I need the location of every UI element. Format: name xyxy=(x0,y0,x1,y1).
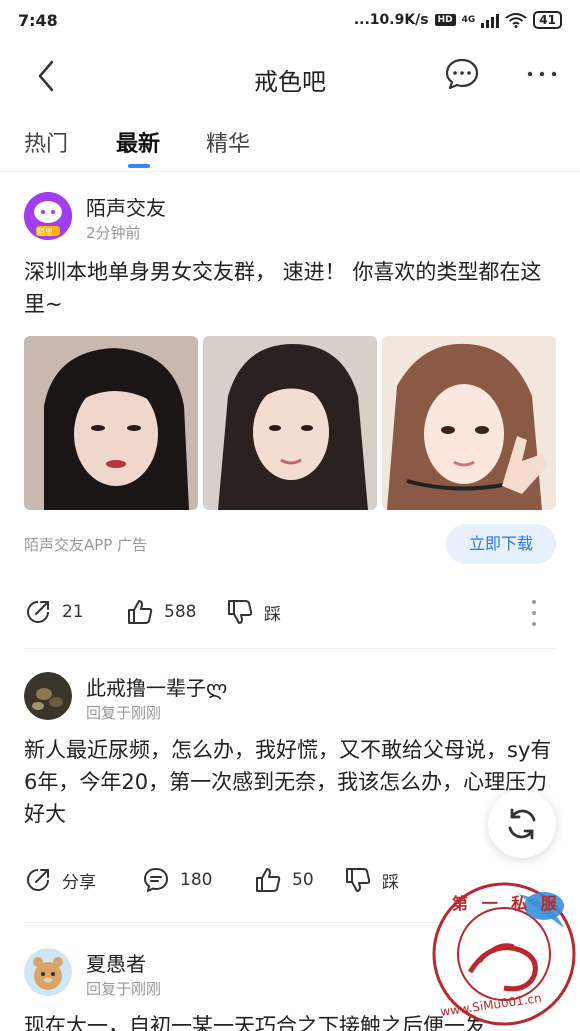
comment-icon xyxy=(144,868,168,892)
refresh-icon xyxy=(508,808,536,840)
like-button[interactable]: 588 xyxy=(126,598,196,626)
repost-count: 21 xyxy=(62,602,84,622)
comment-count: 180 xyxy=(180,870,213,890)
dislike-button[interactable]: 踩 xyxy=(226,598,281,626)
thumbs-down-icon xyxy=(228,600,253,624)
like-count: 588 xyxy=(164,602,197,622)
post-options-button[interactable] xyxy=(524,598,544,628)
refresh-button[interactable] xyxy=(488,790,556,858)
vertical-dots-icon xyxy=(532,600,536,626)
dislike-button[interactable]: 踩 xyxy=(344,866,399,894)
share-icon xyxy=(27,601,49,623)
ad-image-2[interactable] xyxy=(203,336,377,510)
portrait-image xyxy=(382,336,556,510)
tab-bar: 热门 最新 精华 xyxy=(0,112,580,172)
hd-icon: HD xyxy=(434,14,456,26)
share-icon xyxy=(27,869,49,891)
watermark-top-text: 第 一 私 服 xyxy=(452,894,561,913)
back-button[interactable] xyxy=(28,58,64,94)
tab-active-indicator xyxy=(128,164,150,168)
tab-hot[interactable]: 热门 xyxy=(24,126,68,158)
thumbs-up-icon xyxy=(256,868,281,892)
thumbs-down-icon xyxy=(346,868,371,892)
download-button[interactable]: 立即下载 xyxy=(446,524,556,564)
network-type-label: 4G xyxy=(461,15,476,25)
more-button[interactable] xyxy=(522,56,562,92)
watermark-stamp: 第 一 私 服 www.SiMu001.cn xyxy=(430,880,578,1028)
thumbs-up-icon xyxy=(128,600,153,624)
dislike-label: 踩 xyxy=(264,604,281,625)
more-dots-icon xyxy=(527,71,557,77)
user-avatar-icon xyxy=(24,672,72,720)
ad-image-1[interactable] xyxy=(24,336,198,510)
network-speed: ...10.9K/s xyxy=(353,12,429,28)
comment-button[interactable]: 180 xyxy=(142,866,212,894)
avatar[interactable] xyxy=(24,672,72,720)
user-avatar-icon xyxy=(24,948,72,996)
nav-bar: 戒色吧 xyxy=(0,40,580,112)
status-time: 7:48 xyxy=(18,10,58,30)
signal-icon xyxy=(481,12,500,28)
battery-icon: 41 xyxy=(533,11,562,29)
post-text[interactable]: 深圳本地单身男女交友群， 速进！ 你喜欢的类型都在这里~ xyxy=(24,256,560,320)
repost-button[interactable]: 21 xyxy=(24,598,84,626)
author-name[interactable]: 此戒撸一辈子ლ xyxy=(86,672,227,701)
share-label: 分享 xyxy=(62,872,96,893)
wifi-icon xyxy=(505,13,527,28)
divider xyxy=(24,648,556,649)
status-icons: ...10.9K/s HD 4G 41 xyxy=(354,11,562,29)
post-text[interactable]: 新人最近尿频，怎么办，我好慌，又不敢给父母说，sy有6年，今年20，第一次感到无… xyxy=(24,734,560,830)
ad-label: 陌声交友APP 广告 xyxy=(24,536,148,554)
message-button[interactable] xyxy=(444,56,480,92)
page-title: 戒色吧 xyxy=(254,68,326,96)
back-arrow-icon xyxy=(38,60,54,92)
post-time: 2分钟前 xyxy=(86,224,141,242)
post-time: 回复于刚刚 xyxy=(86,980,162,998)
avatar-badge: 陌里 xyxy=(37,228,53,237)
like-count: 50 xyxy=(292,870,314,890)
portrait-image xyxy=(24,336,198,510)
ad-image-3[interactable] xyxy=(382,336,556,510)
tab-featured[interactable]: 精华 xyxy=(206,126,250,158)
dislike-label: 踩 xyxy=(382,872,399,893)
post-time: 回复于刚刚 xyxy=(86,704,162,722)
avatar[interactable] xyxy=(24,948,72,996)
author-name[interactable]: 陌声交友 xyxy=(86,192,166,221)
status-bar: 7:48 ...10.9K/s HD 4G 41 xyxy=(0,0,580,40)
share-button[interactable]: 分享 xyxy=(24,866,96,894)
chat-bubble-icon xyxy=(445,58,479,90)
tab-latest[interactable]: 最新 xyxy=(116,126,160,158)
portrait-image xyxy=(203,336,377,510)
author-name[interactable]: 夏愚者 xyxy=(86,948,146,977)
like-button[interactable]: 50 xyxy=(254,866,314,894)
